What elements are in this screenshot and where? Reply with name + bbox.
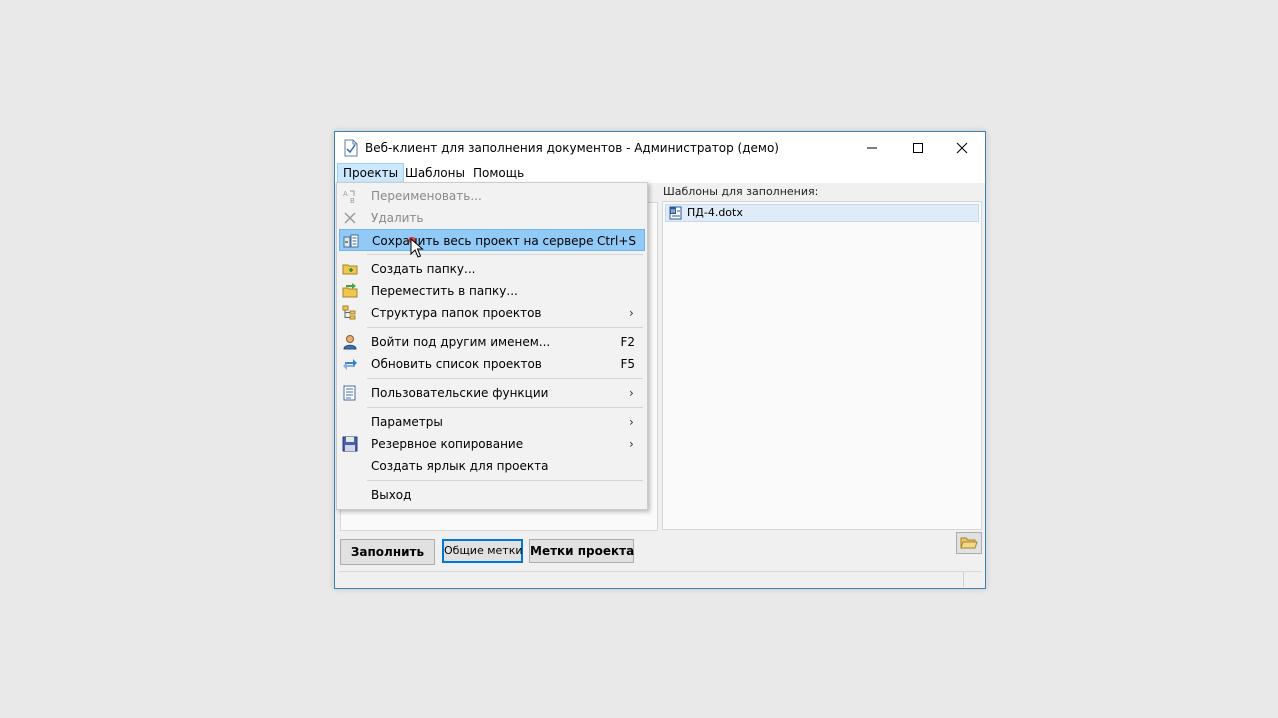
menu-help[interactable]: Помощь <box>468 163 529 183</box>
menu-item-label: Переименовать... <box>371 189 482 203</box>
menu-item-label: Параметры <box>371 415 443 429</box>
svg-text:A: A <box>343 190 348 198</box>
status-divider <box>963 572 964 587</box>
fill-button[interactable]: Заполнить <box>340 539 435 565</box>
menu-item-move-to-folder[interactable]: Переместить в папку... <box>339 280 645 302</box>
new-folder-icon <box>342 264 358 275</box>
user-icon <box>343 335 357 350</box>
menu-item-label: Создать ярлык для проекта <box>371 459 549 473</box>
menu-templates[interactable]: Шаблоны <box>400 163 470 183</box>
menu-item-custom-functions[interactable]: Пользовательские функции › <box>339 382 645 404</box>
menu-item-label: Сохранить весь проект на сервере <box>372 234 594 248</box>
submenu-arrow-icon: › <box>629 415 634 429</box>
minimize-button[interactable] <box>849 132 895 163</box>
rename-icon: A B <box>343 190 355 204</box>
delete-icon <box>344 212 356 224</box>
templates-label: Шаблоны для заполнения: <box>663 185 819 198</box>
svg-text:B: B <box>350 197 355 204</box>
submenu-arrow-icon: › <box>629 306 634 320</box>
menu-item-label: Удалить <box>371 211 424 225</box>
server-save-icon <box>343 234 359 248</box>
submenu-arrow-icon: › <box>629 437 634 451</box>
menu-projects[interactable]: Проекты <box>337 163 405 183</box>
projects-dropdown-menu: A B Переименовать... Удалить Сохранить в… <box>336 182 648 510</box>
word-document-icon: W <box>669 206 682 220</box>
menu-item-label: Структура папок проектов <box>371 306 542 320</box>
title-bar[interactable]: Веб-клиент для заполнения документов - А… <box>335 132 985 163</box>
menu-item-shortcut: F2 <box>620 335 635 349</box>
template-list-item[interactable]: W ПД-4.dotx <box>665 204 979 222</box>
menu-bar: Проекты Шаблоны Помощь <box>335 163 985 183</box>
custom-functions-icon <box>343 385 356 401</box>
template-name: ПД-4.dotx <box>687 206 743 219</box>
open-folder-icon <box>960 537 978 549</box>
menu-item-delete[interactable]: Удалить <box>339 207 645 229</box>
menu-item-label: Создать папку... <box>371 262 476 276</box>
menu-item-label: Войти под другим именем... <box>371 335 551 349</box>
menu-item-save-on-server[interactable]: Сохранить весь проект на сервере Ctrl+S <box>339 229 645 251</box>
app-document-icon <box>344 139 358 157</box>
svg-text:W: W <box>671 209 676 215</box>
menu-item-label: Переместить в папку... <box>371 284 518 298</box>
folder-tree-icon <box>342 305 356 320</box>
menu-item-label: Выход <box>371 488 412 502</box>
menu-item-label: Обновить список проектов <box>371 357 542 371</box>
menu-item-shortcut: F5 <box>620 357 635 371</box>
close-button[interactable] <box>939 132 985 163</box>
menu-item-backup[interactable]: Резервное копирование › <box>339 433 645 455</box>
backup-icon <box>342 436 358 452</box>
menu-separator <box>367 327 643 328</box>
menu-item-exit[interactable]: Выход <box>339 484 645 506</box>
maximize-button[interactable] <box>895 132 941 163</box>
menu-separator <box>367 480 643 481</box>
menu-item-shortcut: Ctrl+S <box>596 234 636 248</box>
menu-separator <box>367 407 643 408</box>
status-bar <box>339 571 981 587</box>
project-tags-button[interactable]: Метки проекта <box>529 539 634 563</box>
menu-item-label: Резервное копирование <box>371 437 524 451</box>
menu-item-rename[interactable]: A B Переименовать... <box>339 185 645 207</box>
menu-item-create-folder[interactable]: Создать папку... <box>339 258 645 280</box>
menu-item-parameters[interactable]: Параметры › <box>339 411 645 433</box>
maximize-icon <box>913 142 923 153</box>
close-icon <box>956 142 968 153</box>
menu-item-label: Пользовательские функции <box>371 386 549 400</box>
menu-item-login-other-user[interactable]: Войти под другим именем... F2 <box>339 331 645 353</box>
window-title: Веб-клиент для заполнения документов - А… <box>365 141 779 155</box>
open-folder-button[interactable] <box>956 532 982 554</box>
common-tags-button[interactable]: Общие метки <box>442 539 523 563</box>
menu-item-folder-structure[interactable]: Структура папок проектов › <box>339 302 645 324</box>
menu-item-refresh-projects[interactable]: Обновить список проектов F5 <box>339 353 645 375</box>
menu-item-create-shortcut[interactable]: Создать ярлык для проекта <box>339 455 645 477</box>
menu-separator <box>367 378 643 379</box>
templates-panel[interactable]: W ПД-4.dotx <box>662 201 982 530</box>
submenu-arrow-icon: › <box>629 386 634 400</box>
move-to-folder-icon <box>342 283 358 298</box>
refresh-icon <box>343 359 357 370</box>
mouse-cursor-icon <box>409 237 424 258</box>
minimize-icon <box>867 147 877 148</box>
